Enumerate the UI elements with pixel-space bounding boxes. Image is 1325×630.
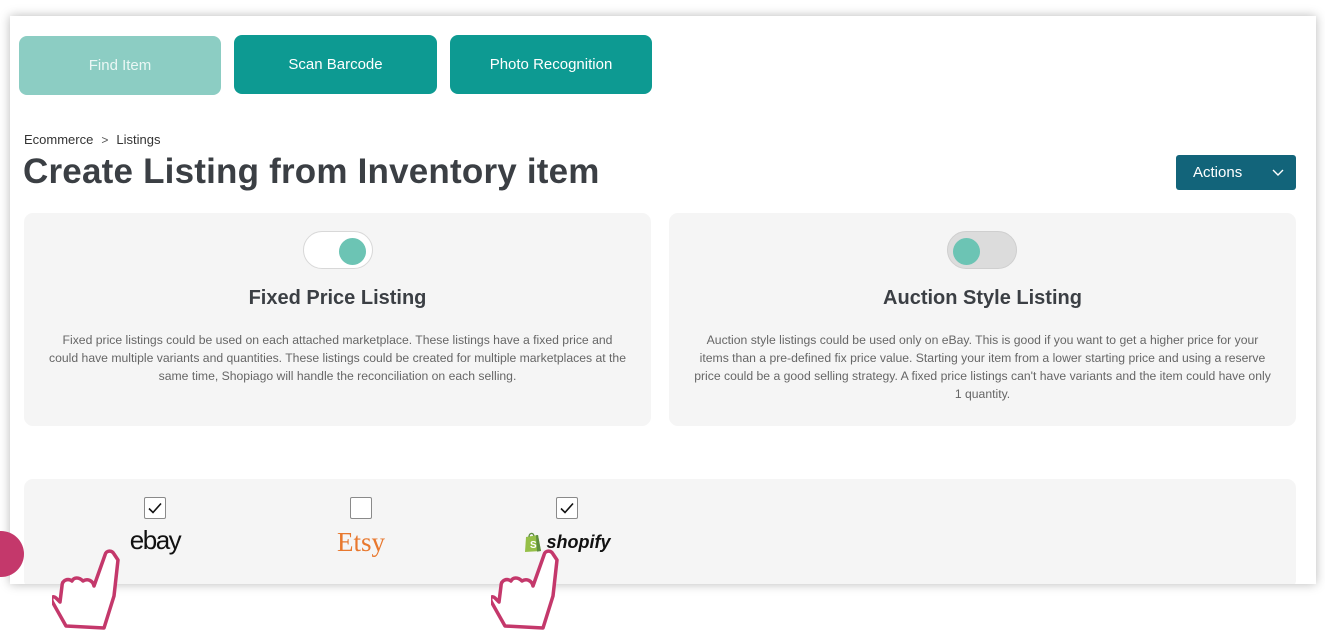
toggle-knob bbox=[339, 238, 366, 265]
checkmark-icon bbox=[148, 502, 162, 514]
marketplace-selector: ebay Etsy S shopify bbox=[24, 479, 1296, 584]
auction-style-toggle[interactable] bbox=[947, 231, 1017, 269]
toggle-knob bbox=[953, 238, 980, 265]
scan-barcode-button[interactable]: Scan Barcode bbox=[234, 35, 437, 94]
fixed-price-title: Fixed Price Listing bbox=[248, 287, 427, 309]
main-panel: Find Item Scan Barcode Photo Recognition… bbox=[10, 16, 1316, 584]
chevron-down-icon bbox=[1272, 169, 1284, 176]
checkmark-icon bbox=[560, 502, 574, 514]
ebay-checkbox[interactable] bbox=[144, 497, 166, 519]
page-title: Create Listing from Inventory item bbox=[23, 152, 600, 191]
breadcrumb: Ecommerce > Listings bbox=[24, 132, 160, 147]
breadcrumb-separator: > bbox=[101, 132, 109, 147]
etsy-checkbox[interactable] bbox=[350, 497, 372, 519]
etsy-logo: Etsy bbox=[336, 527, 385, 557]
auction-style-title: Auction Style Listing bbox=[883, 287, 1082, 309]
hand-pointer-icon bbox=[491, 549, 559, 630]
shopify-checkbox[interactable] bbox=[556, 497, 578, 519]
marketplace-etsy: Etsy bbox=[301, 497, 421, 567]
auction-style-description: Auction style listings could be used onl… bbox=[694, 333, 1271, 401]
fixed-price-listing-card[interactable]: Fixed Price Listing Fixed price listings… bbox=[24, 213, 651, 426]
breadcrumb-item-ecommerce[interactable]: Ecommerce bbox=[24, 132, 93, 147]
photo-recognition-button[interactable]: Photo Recognition bbox=[450, 35, 652, 94]
find-item-button[interactable]: Find Item bbox=[19, 36, 221, 95]
breadcrumb-item-listings[interactable]: Listings bbox=[116, 132, 160, 147]
fixed-price-toggle[interactable] bbox=[303, 231, 373, 269]
auction-style-listing-card[interactable]: Auction Style Listing Auction style list… bbox=[669, 213, 1296, 426]
fixed-price-description: Fixed price listings could be used on ea… bbox=[49, 333, 626, 383]
hand-pointer-icon bbox=[52, 549, 120, 630]
actions-dropdown-button[interactable]: Actions bbox=[1176, 155, 1296, 190]
actions-label: Actions bbox=[1193, 164, 1243, 181]
